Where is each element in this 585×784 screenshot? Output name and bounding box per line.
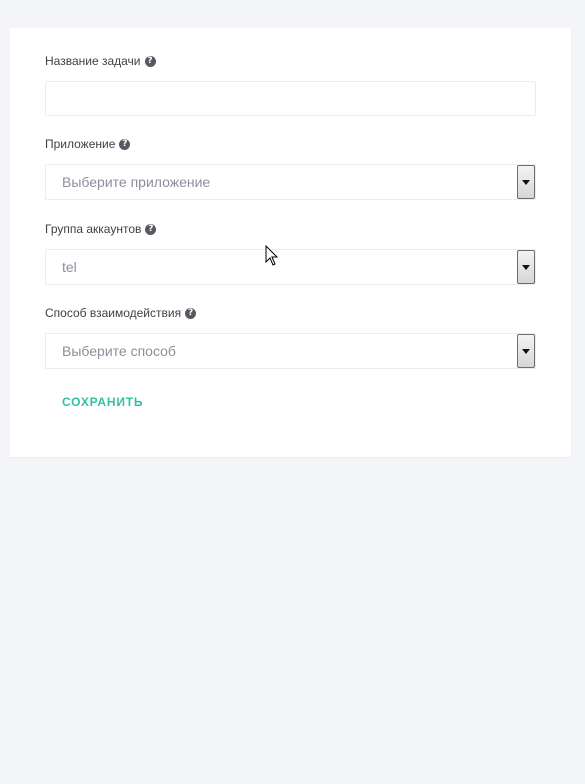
save-button[interactable]: СОХРАНИТЬ xyxy=(62,395,143,409)
question-circle-icon[interactable]: ? xyxy=(119,138,131,150)
question-circle-icon[interactable]: ? xyxy=(185,307,197,319)
question-circle-icon[interactable]: ? xyxy=(145,223,157,235)
chevron-down-icon[interactable] xyxy=(517,165,535,199)
account-group-select-value: tel xyxy=(62,259,77,275)
interaction-method-label: Способ взаимодействия ? xyxy=(45,306,197,320)
interaction-method-select[interactable]: Выберите способ xyxy=(45,333,536,369)
task-form-card: Название задачи ? Приложение ? Выберите … xyxy=(10,28,571,457)
question-circle-icon[interactable]: ? xyxy=(144,55,156,67)
task-name-label-text: Название задачи xyxy=(45,54,141,68)
application-label: Приложение ? xyxy=(45,137,131,151)
account-group-select[interactable]: tel xyxy=(45,249,536,285)
task-name-label: Название задачи ? xyxy=(45,54,156,68)
application-select-value: Выберите приложение xyxy=(62,174,211,190)
application-select[interactable]: Выберите приложение xyxy=(45,164,536,200)
mouse-cursor-icon xyxy=(265,245,279,266)
account-group-label-text: Группа аккаунтов xyxy=(45,222,142,236)
interaction-method-label-text: Способ взаимодействия xyxy=(45,306,182,320)
chevron-down-icon[interactable] xyxy=(517,334,535,368)
application-label-text: Приложение xyxy=(45,137,116,151)
task-name-input[interactable] xyxy=(45,81,536,116)
chevron-down-icon[interactable] xyxy=(517,250,535,284)
account-group-label: Группа аккаунтов ? xyxy=(45,222,157,236)
interaction-method-select-value: Выберите способ xyxy=(62,343,176,359)
